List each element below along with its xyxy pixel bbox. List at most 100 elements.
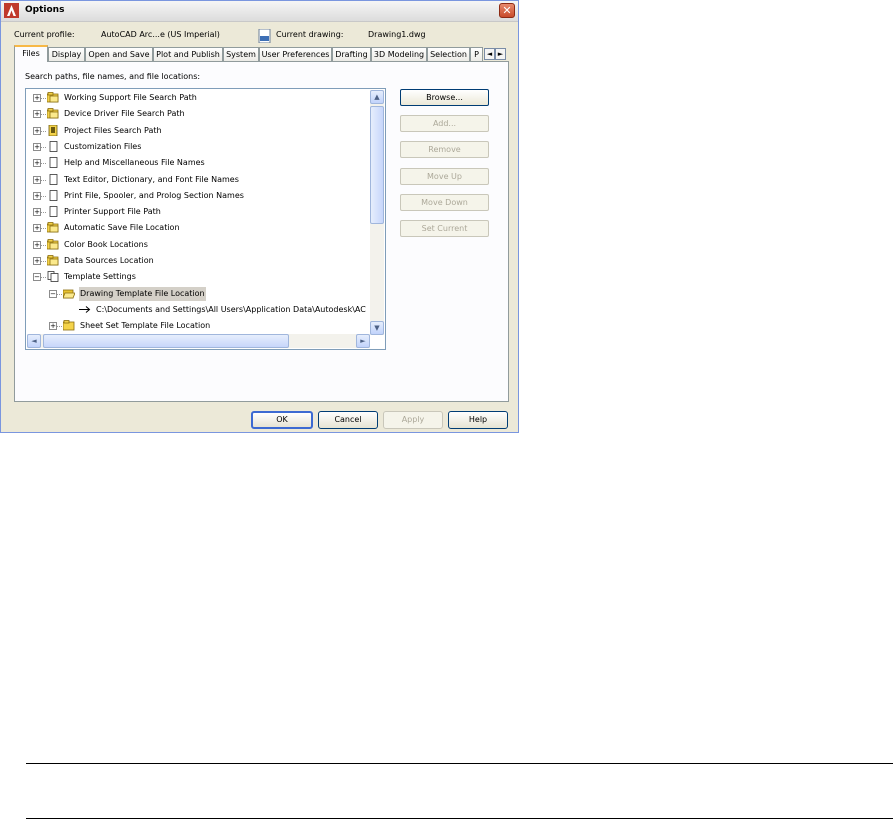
folder-stack-icon [46, 92, 59, 103]
arrow-left-icon: ◄ [486, 50, 493, 58]
search-paths-label: Search paths, file names, and file locat… [25, 72, 201, 81]
scroll-down-button[interactable]: ▼ [370, 321, 384, 335]
tab-plot-and-publish[interactable]: Plot and Publish [153, 47, 223, 61]
tab-scroll-right-button[interactable]: ► [495, 48, 506, 60]
move-down-button[interactable]: Move Down [400, 194, 489, 211]
tab-display[interactable]: Display [48, 47, 85, 61]
document-icon [47, 189, 59, 201]
apply-button[interactable]: Apply [383, 411, 443, 429]
horizontal-scroll-thumb[interactable] [43, 334, 289, 348]
tree-connector [41, 195, 46, 197]
tab-files[interactable]: Files [14, 45, 48, 62]
tree-connector [41, 130, 46, 132]
tree-connector [41, 179, 46, 181]
browse-button[interactable]: Browse... [400, 89, 489, 106]
tab-3d-modeling[interactable]: 3D Modeling [371, 47, 427, 61]
template-documents-icon [47, 271, 59, 283]
current-profile-value: AutoCAD Arc...e (US Imperial) [101, 30, 220, 39]
expand-icon[interactable]: + [33, 240, 41, 249]
remove-button[interactable]: Remove [400, 141, 489, 158]
close-button[interactable]: ✕ [499, 3, 515, 18]
tree-item-label: Customization Files [64, 141, 142, 151]
cancel-button[interactable]: Cancel [318, 411, 378, 429]
add-button[interactable]: Add... [400, 115, 489, 132]
set-current-button[interactable]: Set Current [400, 220, 489, 237]
tree-connector [41, 277, 46, 279]
tree-connector [41, 98, 46, 99]
tree-item-label: Text Editor, Dictionary, and Font File N… [64, 174, 239, 184]
chevron-left-icon: ◄ [31, 337, 37, 345]
expand-icon[interactable]: + [33, 224, 41, 233]
tree-item-label: Drawing Template File Location [79, 286, 206, 301]
tree-item-label: C:\Documents and Settings\All Users\Appl… [96, 304, 366, 314]
close-icon: ✕ [502, 4, 512, 17]
tree-item-label: Device Driver File Search Path [64, 109, 185, 119]
horizontal-scrollbar[interactable]: ◄ ► [27, 334, 370, 348]
expand-icon[interactable]: + [33, 126, 41, 135]
tree-item-label: Help and Miscellaneous File Names [64, 158, 205, 168]
current-profile-label: Current profile: [14, 30, 75, 39]
chevron-down-icon: ▼ [374, 324, 380, 332]
tab-open-and-save[interactable]: Open and Save [85, 47, 153, 61]
tree-item-label: Automatic Save File Location [64, 223, 180, 233]
tree-item-label: Print File, Spooler, and Prolog Section … [64, 190, 244, 200]
file-locations-tree[interactable]: + Working Support File Search Path + Device… [25, 88, 386, 350]
chevron-right-icon: ► [360, 337, 366, 345]
vertical-scroll-thumb[interactable] [370, 106, 384, 224]
arrow-right-icon: ► [497, 50, 504, 58]
expand-icon[interactable]: + [33, 208, 41, 217]
ok-button[interactable]: OK [251, 411, 313, 429]
tab-profiles-partial[interactable]: P [470, 47, 483, 61]
expand-icon[interactable]: + [33, 159, 41, 168]
tree-connector [41, 244, 46, 246]
title-bar[interactable]: Options ✕ [1, 1, 518, 22]
folder-icon [62, 320, 75, 331]
tree-item-label: Data Sources Location [64, 256, 154, 265]
tab-selection[interactable]: Selection [427, 47, 470, 61]
tab-scroll-left-button[interactable]: ◄ [484, 48, 495, 60]
tree-item-label: Working Support File Search Path [64, 93, 197, 102]
expand-icon[interactable]: + [33, 110, 41, 119]
move-up-button[interactable]: Move Up [400, 168, 489, 185]
folder-stack-icon [46, 238, 59, 250]
expand-icon[interactable]: + [33, 175, 41, 184]
expand-icon[interactable]: + [49, 322, 57, 331]
expand-icon[interactable]: + [33, 257, 41, 265]
divider-line-top [26, 763, 893, 764]
tree-item-label: Printer Support File Path [64, 207, 161, 217]
autocad-logo-icon [4, 3, 19, 18]
profile-row: Current profile: AutoCAD Arc...e (US Imp… [1, 29, 518, 43]
tree-item-label: Color Book Locations [64, 239, 148, 249]
folder-stack-icon [46, 108, 59, 119]
tab-user-preferences[interactable]: User Preferences [259, 47, 332, 61]
tree-connector [41, 228, 46, 230]
collapse-icon[interactable]: − [49, 289, 57, 298]
chevron-up-icon: ▲ [374, 93, 380, 101]
scroll-right-button[interactable]: ► [356, 334, 370, 348]
options-dialog: Options ✕ Current profile: AutoCAD Arc..… [0, 0, 519, 433]
document-icon [47, 140, 59, 152]
tree-connector [57, 326, 62, 328]
tree-item-label: Template Settings [64, 272, 136, 282]
tab-system[interactable]: System [223, 47, 259, 61]
scroll-up-button[interactable]: ▲ [370, 90, 384, 104]
vertical-scrollbar[interactable]: ▲ ▼ [370, 90, 384, 335]
tab-strip: Files Display Open and Save Plot and Pub… [14, 45, 509, 62]
drawing-file-icon [258, 29, 271, 43]
tree-item-label: Project Files Search Path [64, 125, 162, 135]
collapse-icon[interactable]: − [33, 273, 41, 282]
expand-icon[interactable]: + [33, 142, 41, 151]
tree-connector [41, 212, 46, 214]
expand-icon[interactable]: + [33, 94, 41, 102]
scroll-left-button[interactable]: ◄ [27, 334, 41, 348]
current-drawing-value: Drawing1.dwg [368, 30, 426, 39]
document-icon [47, 157, 59, 169]
tree-connector [41, 261, 46, 262]
project-file-icon [47, 124, 59, 136]
tab-drafting[interactable]: Drafting [332, 47, 371, 61]
folder-stack-icon [46, 222, 59, 233]
document-icon [47, 173, 59, 185]
tree-connector [41, 146, 46, 148]
expand-icon[interactable]: + [33, 191, 41, 200]
help-button[interactable]: Help [448, 411, 508, 429]
